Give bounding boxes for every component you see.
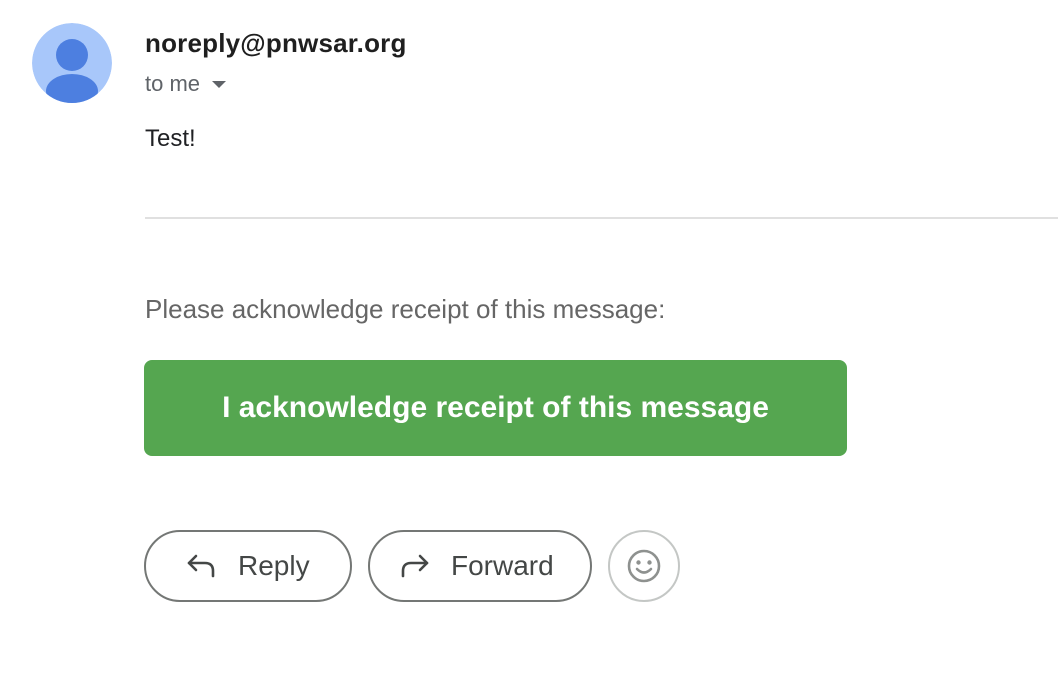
forward-label: Forward (451, 550, 554, 581)
message-divider (145, 217, 1058, 219)
emoji-reaction-button[interactable] (608, 530, 680, 602)
recipient-label: to me (145, 71, 201, 96)
forward-button[interactable]: Forward (368, 530, 592, 602)
acknowledge-button[interactable]: I acknowledge receipt of this message (144, 360, 847, 456)
smiley-face-icon (627, 549, 661, 583)
forward-arrow-icon (399, 553, 431, 579)
acknowledge-button-label: I acknowledge receipt of this message (222, 391, 769, 424)
caret-down-icon[interactable] (212, 80, 227, 88)
sender-address[interactable]: noreply@pnwsar.org (145, 28, 407, 59)
reply-label: Reply (238, 550, 310, 581)
sender-avatar[interactable] (32, 23, 112, 103)
recipient-details-toggle[interactable]: to me (145, 70, 227, 98)
reply-button[interactable]: Reply (144, 530, 352, 602)
message-body: Test! (145, 125, 196, 152)
reply-arrow-icon (186, 553, 216, 579)
acknowledge-prompt: Please acknowledge receipt of this messa… (145, 294, 666, 324)
person-avatar-icon (32, 23, 112, 103)
